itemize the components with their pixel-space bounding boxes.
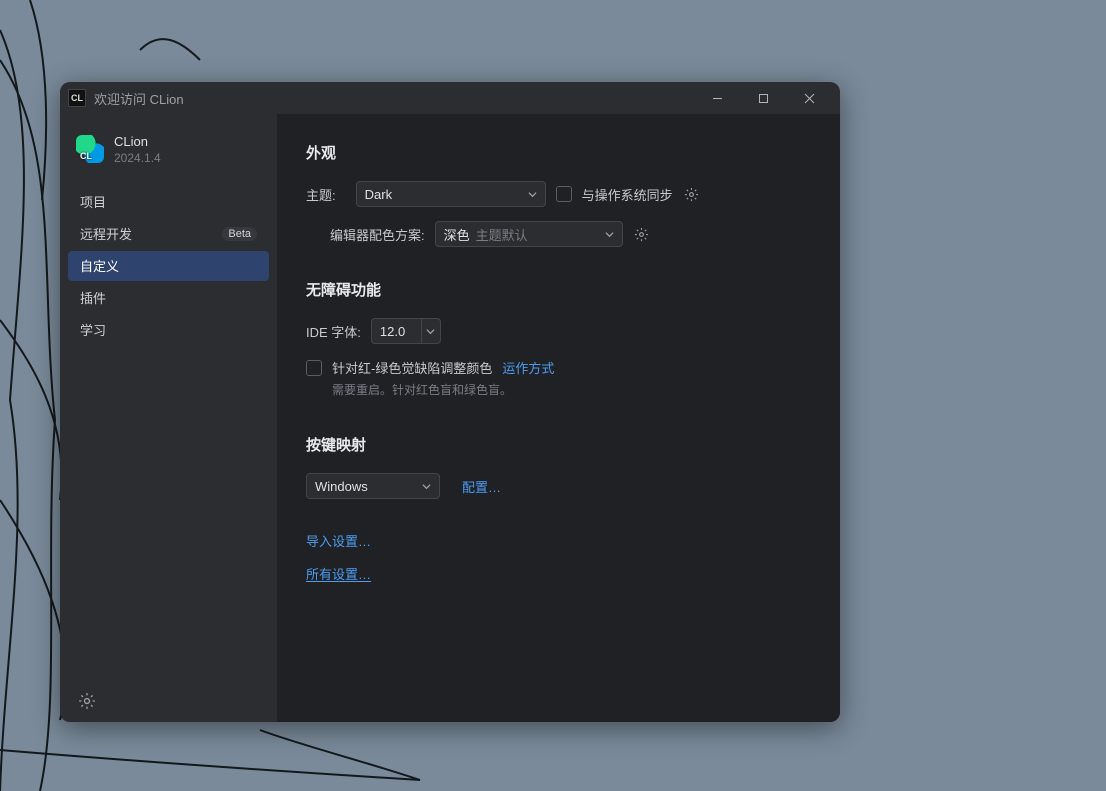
scheme-prefix: 深色 — [444, 225, 470, 244]
theme-label: 主题: — [306, 185, 336, 204]
titlebar: CL 欢迎访问 CLion — [60, 82, 840, 114]
theme-value: Dark — [365, 187, 392, 202]
accessibility-heading: 无障碍功能 — [306, 279, 812, 300]
chevron-down-icon — [605, 227, 614, 242]
settings-gear-icon[interactable] — [78, 692, 96, 710]
ide-font-stepper[interactable]: 12.0 — [371, 318, 441, 344]
sidebar-item-customize[interactable]: 自定义 — [68, 251, 269, 281]
sync-os-gear-icon[interactable] — [683, 186, 700, 203]
app-header: CLion 2024.1.4 — [60, 128, 277, 183]
app-version: 2024.1.4 — [114, 151, 161, 165]
all-settings-link[interactable]: 所有设置… — [306, 564, 371, 583]
editor-scheme-combobox[interactable]: 深色 主题默认 — [435, 221, 623, 247]
scheme-suffix: 主题默认 — [476, 225, 528, 244]
sidebar-item-learn[interactable]: 学习 — [68, 315, 269, 345]
import-settings-link[interactable]: 导入设置… — [306, 531, 371, 550]
colorblind-label: 针对红-绿色觉缺陷调整颜色 — [332, 358, 492, 377]
app-icon: CL — [68, 89, 86, 107]
sidebar-item-label: 项目 — [80, 192, 106, 211]
beta-badge: Beta — [222, 227, 257, 241]
content-pane: 外观 主题: Dark 与操作系统同步 编辑器配色方案: — [278, 114, 840, 722]
sidebar-nav: 项目 远程开发 Beta 自定义 插件 学习 — [60, 183, 277, 351]
app-name: CLion — [114, 134, 161, 151]
chevron-down-icon — [528, 187, 537, 202]
scheme-label: 编辑器配色方案: — [330, 225, 425, 244]
sidebar-item-label: 学习 — [80, 320, 106, 339]
sync-os-label: 与操作系统同步 — [582, 185, 673, 204]
maximize-button[interactable] — [740, 82, 786, 114]
keymap-heading: 按键映射 — [306, 434, 812, 455]
colorblind-checkbox[interactable] — [306, 360, 322, 376]
sidebar-item-projects[interactable]: 项目 — [68, 187, 269, 217]
colorblind-hint: 需要重启。针对红色盲和绿色盲。 — [332, 381, 812, 398]
theme-combobox[interactable]: Dark — [356, 181, 546, 207]
window-title: 欢迎访问 CLion — [94, 89, 184, 108]
welcome-window: CL 欢迎访问 CLion CLion 2024.1.4 项目 — [60, 82, 840, 722]
sidebar-item-label: 插件 — [80, 288, 106, 307]
keymap-combobox[interactable]: Windows — [306, 473, 440, 499]
ide-font-label: IDE 字体: — [306, 322, 361, 341]
close-button[interactable] — [786, 82, 832, 114]
chevron-down-icon — [422, 479, 431, 494]
sidebar-item-remote[interactable]: 远程开发 Beta — [68, 219, 269, 249]
clion-logo-icon — [76, 135, 104, 163]
sidebar-item-label: 远程开发 — [80, 224, 132, 243]
minimize-button[interactable] — [694, 82, 740, 114]
sidebar-item-label: 自定义 — [80, 256, 119, 275]
sidebar: CLion 2024.1.4 项目 远程开发 Beta 自定义 插件 — [60, 114, 278, 722]
keymap-configure-link[interactable]: 配置… — [462, 477, 501, 496]
sync-os-checkbox[interactable] — [556, 186, 572, 202]
ide-font-value[interactable]: 12.0 — [371, 318, 421, 344]
sidebar-item-plugins[interactable]: 插件 — [68, 283, 269, 313]
scheme-gear-icon[interactable] — [633, 226, 650, 243]
keymap-value: Windows — [315, 479, 368, 494]
chevron-down-icon[interactable] — [421, 318, 441, 344]
appearance-heading: 外观 — [306, 142, 812, 163]
colorblind-how-link[interactable]: 运作方式 — [502, 358, 554, 377]
